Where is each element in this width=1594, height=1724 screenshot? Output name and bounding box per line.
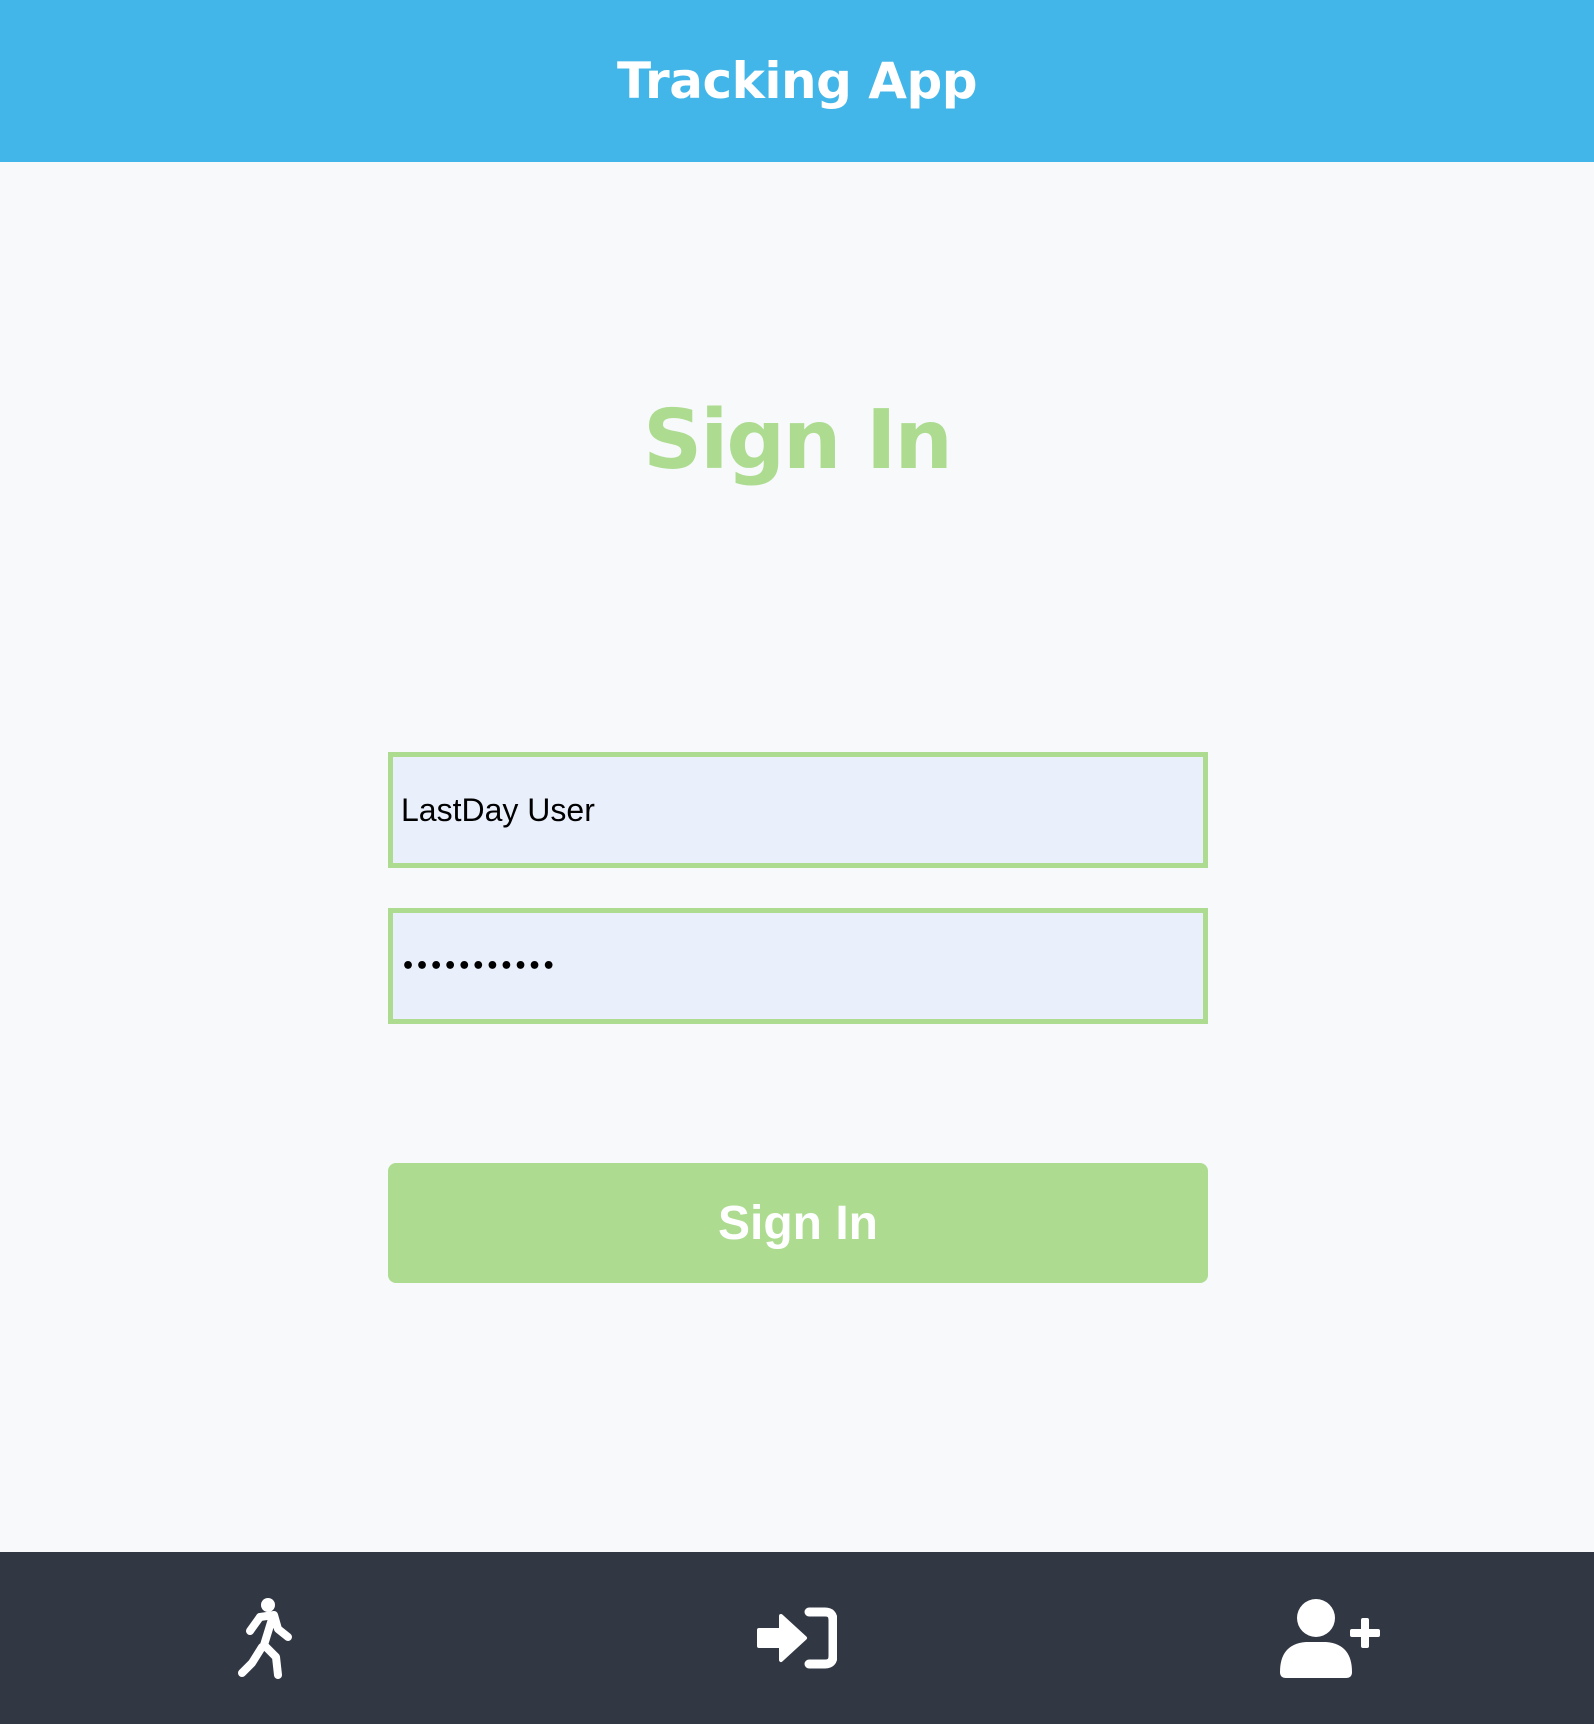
nav-signup-tab[interactable]: [1266, 1552, 1394, 1724]
page-title: Sign In: [643, 393, 953, 488]
sign-in-arrow-icon: [757, 1607, 837, 1669]
username-field[interactable]: [388, 752, 1208, 868]
app-title: Tracking App: [616, 52, 978, 110]
bottom-nav: [0, 1552, 1594, 1724]
app-header: Tracking App: [0, 0, 1594, 162]
username-input[interactable]: [401, 757, 1203, 863]
nav-signin-tab[interactable]: [733, 1552, 861, 1724]
nav-track-tab[interactable]: [200, 1552, 328, 1724]
running-person-icon: [238, 1598, 292, 1679]
password-input[interactable]: •••••••••••: [401, 954, 556, 979]
password-field[interactable]: •••••••••••: [388, 908, 1208, 1024]
sign-in-button[interactable]: Sign In: [388, 1163, 1208, 1283]
add-user-icon: [1280, 1599, 1380, 1678]
